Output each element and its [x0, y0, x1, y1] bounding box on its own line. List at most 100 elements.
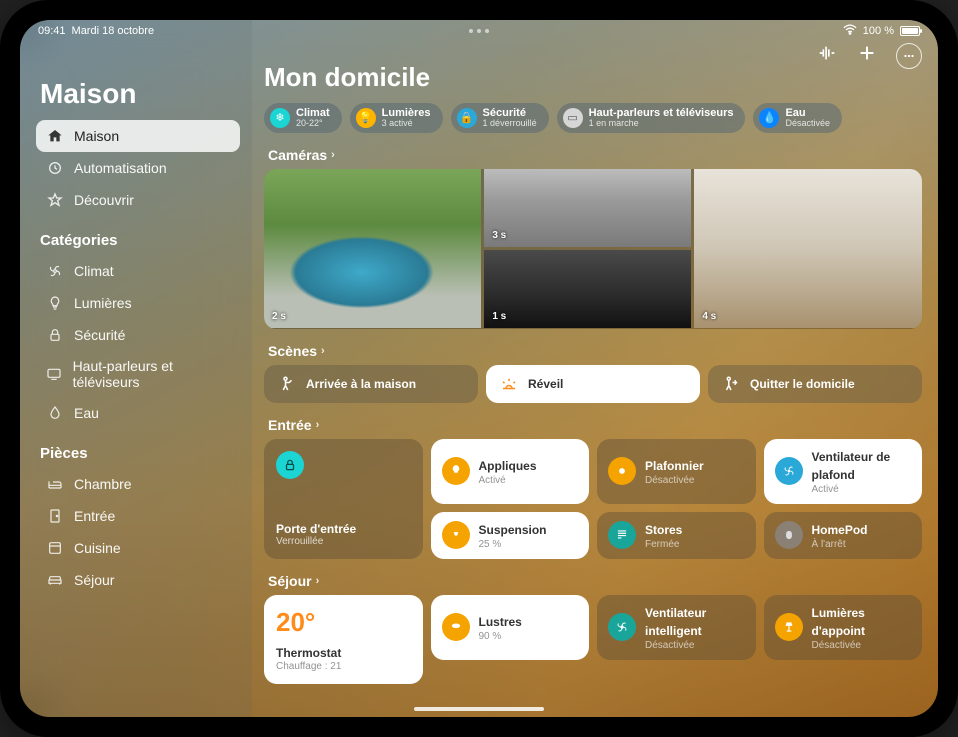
tile-plafonnier[interactable]: PlafonnierDésactivée [597, 439, 756, 504]
bulb-icon: 💡 [356, 108, 376, 128]
lock-icon: 🔒 [457, 108, 477, 128]
cameras-grid: 2 s 3 s 4 s 1 s [264, 169, 922, 329]
fan-icon [775, 457, 803, 485]
main-content: Mon domicile ❄︎ Climat20-22° 💡 [252, 20, 938, 717]
scene-reveil[interactable]: Réveil [486, 365, 700, 403]
status-pills: ❄︎ Climat20-22° 💡 Lumières3 activé 🔒 Séc… [264, 103, 922, 133]
camera-2[interactable]: 3 s [484, 169, 691, 247]
fan-icon [608, 613, 636, 641]
blinds-icon [608, 521, 636, 549]
clock: 09:41 [38, 25, 66, 37]
fan-icon [46, 262, 64, 280]
label: Découvrir [74, 192, 134, 208]
tile-homepod[interactable]: HomePodÀ l'arrêt [764, 512, 923, 559]
date: Mardi 18 octobre [72, 25, 155, 37]
sidebar-title: Maison [40, 78, 236, 110]
wifi-icon [843, 24, 857, 38]
homepod-icon [775, 521, 803, 549]
label: Maison [74, 128, 119, 144]
label: Cuisine [74, 540, 121, 556]
sofa-icon [46, 571, 64, 589]
label: Lumières [74, 295, 132, 311]
label: Automatisation [74, 160, 167, 176]
status-bar: 09:41 Mardi 18 octobre 100 % [20, 20, 938, 42]
door-icon [46, 507, 64, 525]
sidebar-room-entree[interactable]: Entrée [36, 500, 240, 532]
bulb-icon [46, 294, 64, 312]
battery-icon [900, 26, 920, 36]
screen: 09:41 Mardi 18 octobre 100 % Maison Ma [20, 20, 938, 717]
sejour-header[interactable]: Séjour › [268, 573, 922, 589]
sidebar-cat-securite[interactable]: Sécurité [36, 319, 240, 351]
star-icon [46, 191, 64, 209]
clock-cycle-icon [46, 159, 64, 177]
sidebar-item-automatisation[interactable]: Automatisation [36, 152, 240, 184]
person-in-icon [278, 375, 296, 393]
tile-appliques[interactable]: AppliquesActivé [431, 439, 590, 504]
label: Haut-parleurs et téléviseurs [73, 358, 230, 390]
chevron-right-icon: › [316, 419, 320, 431]
bulb-wide-icon [442, 613, 470, 641]
drop-icon: 💧 [759, 108, 779, 128]
bed-icon [46, 475, 64, 493]
tile-ventilateur-intelligent[interactable]: Ventilateur intelligentDésactivée [597, 595, 756, 660]
pill-securite[interactable]: 🔒 Sécurité1 déverrouillé [451, 103, 549, 133]
pill-haut-parleurs[interactable]: ▭ Haut-parleurs et téléviseurs1 en march… [557, 103, 746, 133]
scenes-header[interactable]: Scènes › [268, 343, 922, 359]
bulb-icon [608, 457, 636, 485]
scene-quitter[interactable]: Quitter le domicile [708, 365, 922, 403]
oven-icon [46, 539, 64, 557]
sidebar-cat-eau[interactable]: Eau [36, 397, 240, 429]
categories-header: Catégories [40, 232, 236, 249]
bulb-icon [442, 457, 470, 485]
announce-icon[interactable] [816, 42, 838, 69]
tile-lumieres-appoint[interactable]: Lumières d'appointDésactivée [764, 595, 923, 660]
drop-icon [46, 404, 64, 422]
camera-4[interactable]: 4 s [694, 169, 922, 328]
pill-climat[interactable]: ❄︎ Climat20-22° [264, 103, 342, 133]
camera-1[interactable]: 2 s [264, 169, 481, 328]
tile-lustres[interactable]: Lustres90 % [431, 595, 590, 660]
tile-stores[interactable]: StoresFermée [597, 512, 756, 559]
sunrise-icon [500, 375, 518, 393]
sidebar-cat-climat[interactable]: Climat [36, 255, 240, 287]
sidebar-item-maison[interactable]: Maison [36, 120, 240, 152]
label: Eau [74, 405, 99, 421]
lock-icon [46, 326, 64, 344]
tile-suspension[interactable]: Suspension25 % [431, 512, 590, 559]
tile-ventilateur-plafond[interactable]: Ventilateur de plafondActivé [764, 439, 923, 504]
sidebar-room-cuisine[interactable]: Cuisine [36, 532, 240, 564]
tv-icon [46, 365, 63, 383]
multitask-dots[interactable] [469, 29, 489, 33]
add-icon[interactable] [856, 42, 878, 69]
tile-thermostat[interactable]: 20° Thermostat Chauffage : 21 [264, 595, 423, 684]
snowflake-icon: ❄︎ [270, 108, 290, 128]
label: Séjour [74, 572, 114, 588]
label: Climat [74, 263, 114, 279]
sidebar-room-chambre[interactable]: Chambre [36, 468, 240, 500]
sidebar-room-sejour[interactable]: Séjour [36, 564, 240, 596]
cameras-header[interactable]: Caméras › [268, 147, 922, 163]
pill-eau[interactable]: 💧 EauDésactivée [753, 103, 842, 133]
more-icon[interactable] [896, 43, 922, 69]
lock-icon [276, 451, 304, 479]
camera-3[interactable]: 1 s [484, 250, 691, 328]
temperature: 20° [276, 607, 315, 638]
tv-icon: ▭ [563, 108, 583, 128]
chevron-right-icon: › [331, 149, 335, 161]
sidebar-item-decouvrir[interactable]: Découvrir [36, 184, 240, 216]
pill-lumieres[interactable]: 💡 Lumières3 activé [350, 103, 443, 133]
tile-porte-entree[interactable]: Porte d'entrée Verrouillée [264, 439, 423, 559]
chevron-right-icon: › [321, 345, 325, 357]
scene-arrivee[interactable]: Arrivée à la maison [264, 365, 478, 403]
sidebar-cat-lumieres[interactable]: Lumières [36, 287, 240, 319]
person-out-icon [722, 375, 740, 393]
rooms-header: Pièces [40, 445, 236, 462]
entree-header[interactable]: Entrée › [268, 417, 922, 433]
home-indicator[interactable] [414, 707, 544, 711]
chevron-right-icon: › [316, 575, 320, 587]
sidebar-cat-haut-parleurs[interactable]: Haut-parleurs et téléviseurs [36, 351, 240, 397]
bulb-icon [442, 521, 470, 549]
sidebar: Maison Maison Automatisation Découvrir C… [20, 20, 252, 717]
battery-percent: 100 % [863, 25, 894, 37]
